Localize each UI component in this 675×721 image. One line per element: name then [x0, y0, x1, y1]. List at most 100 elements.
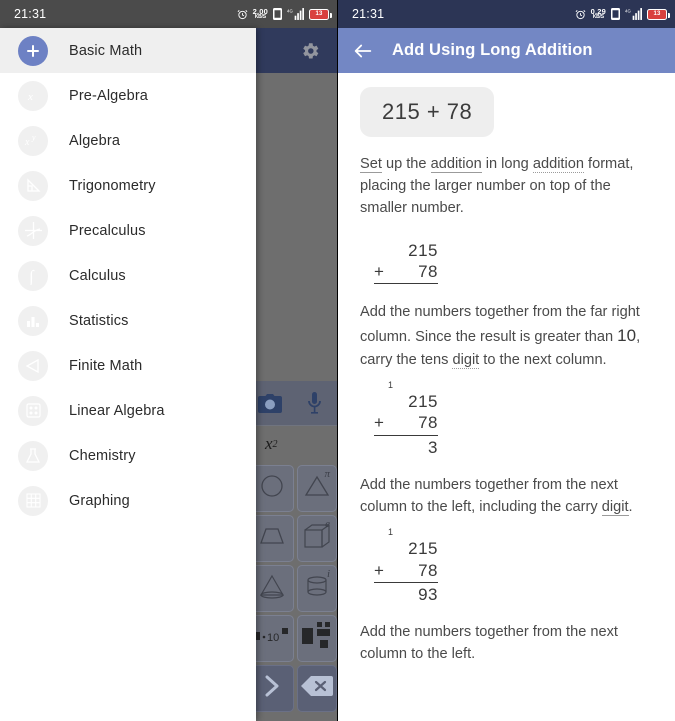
sci-notation-icon: 10: [251, 627, 293, 650]
status-time: 21:31: [14, 7, 47, 21]
addend-top: 215: [408, 240, 438, 260]
battery-icon: 13: [309, 8, 332, 20]
step-run: 10: [617, 326, 637, 346]
triangle-icon: [303, 474, 331, 503]
set-square-icon: [18, 170, 48, 201]
left-status-bar: 21:31 2.00 KB/S 4G 13: [0, 0, 337, 28]
circle-icon: [259, 473, 285, 504]
svg-text:x: x: [27, 91, 33, 103]
gear-icon[interactable]: [299, 40, 321, 62]
addend-top: 215: [408, 392, 438, 412]
x-squared-preview: x2: [247, 426, 337, 462]
addend-bottom: 78: [418, 560, 438, 580]
sidebar-item-trigonometry[interactable]: Trigonometry: [0, 163, 256, 208]
sidebar-item-label: Pre-Algebra: [69, 87, 149, 104]
cone-icon: [258, 573, 286, 604]
dual-screenshot: 21:31 2.00 KB/S 4G 13 x 2 π e i 10 Basic…: [0, 0, 675, 721]
operator: +: [374, 261, 384, 281]
solution-step: Add the numbers together from the next c…: [360, 621, 653, 665]
share-node-icon: [18, 350, 48, 381]
addend-bottom: 78: [418, 413, 438, 433]
long-addition-figure: 1 215 +78 93: [374, 527, 438, 605]
battery-icon: 13: [647, 8, 670, 20]
result-row: [374, 283, 438, 285]
sidebar-item-statistics[interactable]: Statistics: [0, 298, 256, 343]
status-icons: 2.00 KB/S 4G 13: [237, 8, 332, 21]
network-speed-icon: 0.29 KB/S: [591, 8, 606, 21]
step-run: addition: [430, 156, 482, 173]
navigation-drawer: Basic Math x Pre-Algebra xy Algebra Trig…: [0, 28, 256, 721]
cube-key[interactable]: e: [297, 515, 337, 562]
microphone-icon: [307, 392, 322, 414]
back-arrow-icon[interactable]: [352, 40, 374, 62]
x-power-y-icon: xy: [18, 125, 48, 156]
integral-icon: ∫: [18, 260, 48, 291]
sidebar-item-label: Graphing: [69, 492, 130, 509]
flask-icon: [18, 440, 48, 471]
sidebar-item-precalculus[interactable]: Precalculus: [0, 208, 256, 253]
sidebar-item-pre-algebra[interactable]: x Pre-Algebra: [0, 73, 256, 118]
addend-top-row: 215: [374, 538, 438, 559]
carry-digit: 1: [388, 380, 394, 391]
carry-digit: 1: [388, 527, 394, 538]
operator-slot: [374, 240, 394, 261]
solution-step: Add the numbers together from the far ri…: [360, 301, 653, 458]
sidebar-item-algebra[interactable]: xy Algebra: [0, 118, 256, 163]
signal-icon: 4G: [625, 8, 642, 20]
variable-x-icon: x: [18, 80, 48, 111]
result-row: 93: [374, 581, 438, 605]
step-run: up the: [381, 156, 431, 172]
cube-icon: [302, 522, 332, 555]
net-speed-unit: KB/S: [592, 14, 604, 21]
svg-text:x: x: [24, 137, 30, 148]
operator: +: [374, 560, 384, 580]
sidebar-item-graphing[interactable]: Graphing: [0, 478, 256, 523]
operator-slot: [374, 437, 394, 458]
sidebar-item-chemistry[interactable]: Chemistry: [0, 433, 256, 478]
plus-icon: [18, 35, 48, 66]
microphone-button[interactable]: [292, 392, 337, 414]
cylinder-key[interactable]: i: [297, 565, 337, 612]
carry-digit: [374, 229, 438, 240]
app-bar: Add Using Long Addition: [338, 28, 675, 73]
svg-text:4G: 4G: [625, 8, 631, 13]
sidebar-item-basic-math[interactable]: Basic Math: [0, 28, 256, 73]
sum-result: 3: [428, 437, 438, 457]
right-status-bar: 21:31 0.29 KB/S 4G 13: [338, 0, 675, 28]
trapezoid-key[interactable]: [250, 515, 294, 562]
step-run: digit: [601, 499, 629, 517]
addend-top: 215: [408, 539, 438, 559]
long-addition-figure: 215 +78: [374, 229, 438, 286]
scientific-notation-key[interactable]: 10: [250, 615, 294, 662]
backspace-icon: [300, 675, 334, 702]
sidebar-item-calculus[interactable]: ∫ Calculus: [0, 253, 256, 298]
sidebar-item-label: Precalculus: [69, 222, 146, 239]
math-keyboard: x2 π e i 10: [247, 381, 337, 721]
step-run: digit: [452, 352, 480, 370]
backspace-key[interactable]: [297, 665, 337, 712]
step-run: addition: [532, 156, 584, 173]
operator-slot: [374, 538, 394, 559]
sidebar-item-label: Chemistry: [69, 447, 136, 464]
operator-slot: [374, 584, 394, 605]
sidebar-item-label: Algebra: [69, 132, 121, 149]
operator: +: [374, 413, 384, 433]
sidebar-item-label: Finite Math: [69, 357, 143, 374]
step-text: Add the numbers together from the far ri…: [360, 301, 653, 371]
sidebar-item-linear-algebra[interactable]: Linear Algebra: [0, 388, 256, 433]
fraction-icon: [300, 621, 334, 656]
status-time: 21:31: [352, 7, 385, 21]
step-run: Add the numbers together from the next c…: [360, 476, 618, 516]
fraction-key[interactable]: [297, 615, 337, 662]
operator-slot: [374, 391, 394, 412]
svg-text:∫: ∫: [28, 267, 35, 285]
keyboard-key-grid: π e i 10: [247, 462, 337, 712]
cone-key[interactable]: [250, 565, 294, 612]
circle-key[interactable]: [250, 465, 294, 512]
addend-top-row: 215: [374, 391, 438, 412]
triangle-key[interactable]: π: [297, 465, 337, 512]
solution-content[interactable]: 215 + 78 Set up the addition in long add…: [338, 73, 675, 721]
enter-key[interactable]: [250, 665, 294, 712]
sidebar-item-finite-math[interactable]: Finite Math: [0, 343, 256, 388]
x-squared-base: x: [265, 434, 273, 453]
